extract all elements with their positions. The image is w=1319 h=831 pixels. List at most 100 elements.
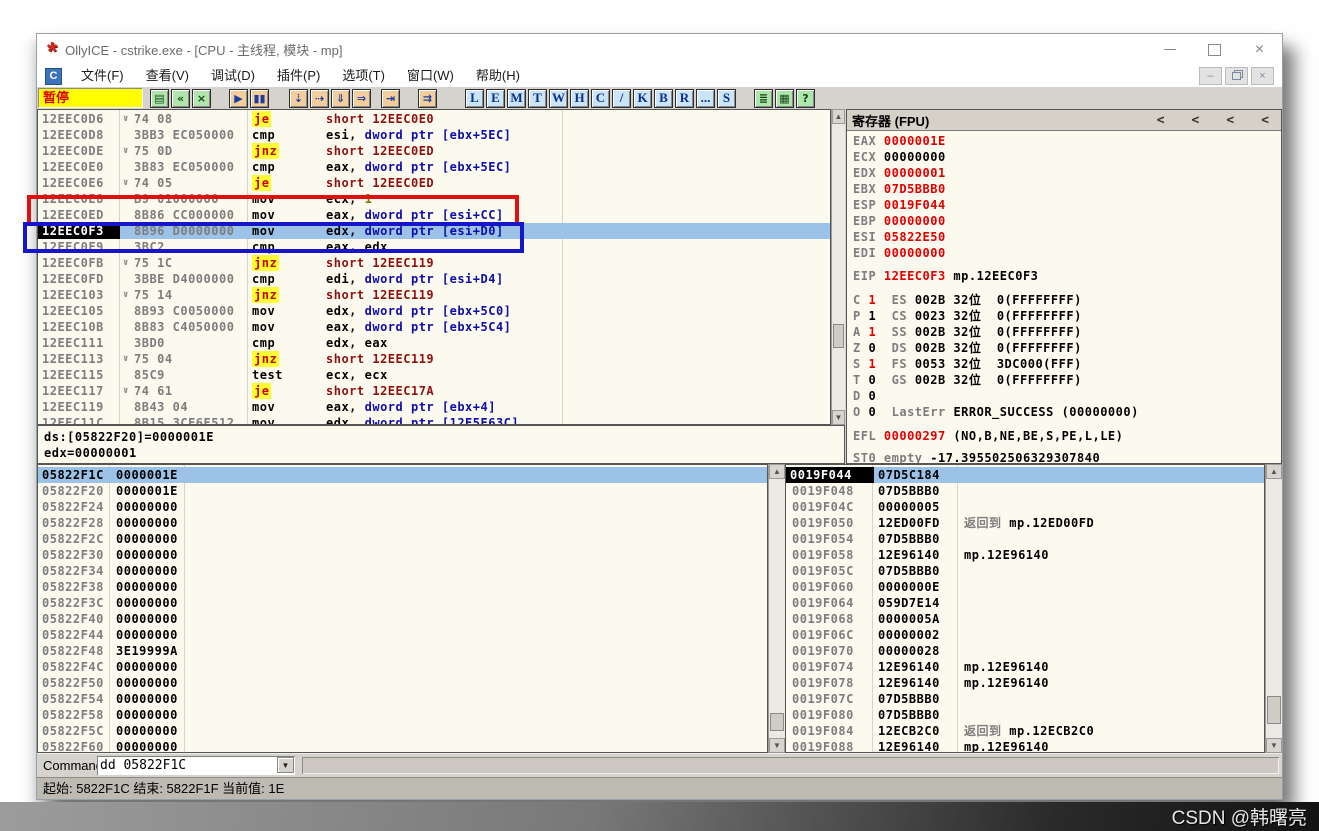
step-into-button[interactable]: ⇣ xyxy=(289,89,308,108)
stack-row[interactable]: 0019F04407D5C184 xyxy=(786,467,1264,483)
stack-row[interactable]: 0019F05C07D5BBB0 xyxy=(786,563,1264,579)
scrollbar-thumb[interactable] xyxy=(770,713,784,731)
disasm-row[interactable]: 12EEC0DE∨75 0Djnzshort 12EEC0ED xyxy=(38,143,830,159)
menu-item-3[interactable]: 插件(P) xyxy=(266,65,331,87)
reg-pane-collapse-button-3[interactable]: < xyxy=(1261,113,1269,128)
disasm-row[interactable]: 12EEC1113BD0cmpedx, eax xyxy=(38,335,830,351)
stack-row[interactable]: 0019F08412ECB2C0返回到 mp.12ECB2C0 xyxy=(786,723,1264,739)
stack-row[interactable]: 0019F0680000005A xyxy=(786,611,1264,627)
dump-row[interactable]: 05822F6000000000 xyxy=(38,739,767,753)
disassembly-scrollbar[interactable]: ▲ ▼ xyxy=(831,109,845,425)
pause-button[interactable]: ▮▮ xyxy=(250,89,269,108)
stack-row[interactable]: 0019F064059D7E14 xyxy=(786,595,1264,611)
dump-row[interactable]: 05822F2800000000 xyxy=(38,515,767,531)
register-esi[interactable]: ESI 05822E50 xyxy=(853,229,946,245)
reg-pane-collapse-button-2[interactable]: < xyxy=(1226,113,1234,128)
threads-button[interactable]: T xyxy=(528,89,547,108)
dump-row[interactable]: 05822F2C00000000 xyxy=(38,531,767,547)
disasm-row[interactable]: 12EEC103∨75 14jnzshort 12EEC119 xyxy=(38,287,830,303)
stack-row[interactable]: 0019F08812E96140mp.12E96140 xyxy=(786,739,1264,753)
maximize-button[interactable] xyxy=(1192,34,1237,65)
help-button[interactable]: ? xyxy=(796,89,815,108)
flag-z[interactable]: Z 0 DS 002B 32位 0(FFFFFFFF) xyxy=(853,340,1082,356)
scrollbar-thumb[interactable] xyxy=(833,324,844,348)
dump-row[interactable]: 05822F4C00000000 xyxy=(38,659,767,675)
memory-map-button[interactable]: M xyxy=(507,89,526,108)
scroll-up-icon[interactable]: ▲ xyxy=(832,109,845,124)
disasm-row[interactable]: 12EEC1198B43 04moveax, dword ptr [ebx+4] xyxy=(38,399,830,415)
execute-till-return-button[interactable]: ⇥ xyxy=(381,89,400,108)
stack-row[interactable]: 0019F04807D5BBB0 xyxy=(786,483,1264,499)
disasm-row[interactable]: 12EEC10B8B83 C4050000moveax, dword ptr [… xyxy=(38,319,830,335)
register-esp[interactable]: ESP 0019F044 xyxy=(853,197,946,213)
scroll-down-icon[interactable]: ▼ xyxy=(832,410,845,425)
execute-till-user-code-button[interactable]: ⇉ xyxy=(418,89,437,108)
stack-row[interactable]: 0019F07C07D5BBB0 xyxy=(786,691,1264,707)
register-edi[interactable]: EDI 00000000 xyxy=(853,245,946,261)
stack-row[interactable]: 0019F0600000000E xyxy=(786,579,1264,595)
patches-button[interactable]: / xyxy=(612,89,631,108)
stack-scrollbar[interactable]: ▲ ▼ xyxy=(1265,464,1282,753)
dump-row[interactable]: 05822F5800000000 xyxy=(38,707,767,723)
dump-scrollbar[interactable]: ▲ ▼ xyxy=(768,464,785,753)
dump-row[interactable]: 05822F4400000000 xyxy=(38,627,767,643)
stack-row[interactable]: 0019F04C00000005 xyxy=(786,499,1264,515)
flag-t[interactable]: T 0 GS 002B 32位 0(FFFFFFFF) xyxy=(853,372,1082,388)
dump-row[interactable]: 05822F5400000000 xyxy=(38,691,767,707)
register-ecx[interactable]: ECX 00000000 xyxy=(853,149,946,165)
disasm-row[interactable]: 12EEC11585C9testecx, ecx xyxy=(38,367,830,383)
disasm-row[interactable]: 12EEC0D83BB3 EC050000cmpesi, dword ptr [… xyxy=(38,127,830,143)
open-button[interactable]: ▤ xyxy=(150,89,169,108)
dump-row[interactable]: 05822F3400000000 xyxy=(38,563,767,579)
close-button[interactable]: × xyxy=(192,89,211,108)
chevron-down-icon[interactable]: ▼ xyxy=(277,757,294,773)
dump-row[interactable]: 05822F5C00000000 xyxy=(38,723,767,739)
menu-item-5[interactable]: 窗口(W) xyxy=(396,65,465,87)
executable-modules-button[interactable]: E xyxy=(486,89,505,108)
stack-row[interactable]: 0019F07412E96140mp.12E96140 xyxy=(786,659,1264,675)
source-button[interactable]: S xyxy=(717,89,736,108)
flag-a[interactable]: A 1 SS 002B 32位 0(FFFFFFFF) xyxy=(853,324,1082,340)
reg-pane-collapse-button-1[interactable]: < xyxy=(1192,113,1200,128)
animate-into-button[interactable]: ⇓ xyxy=(331,89,350,108)
command-input[interactable] xyxy=(100,757,270,773)
menu-item-0[interactable]: 文件(F) xyxy=(70,65,135,87)
windows-button[interactable]: W xyxy=(549,89,568,108)
command-combobox[interactable]: ▼ xyxy=(97,756,295,775)
register-ebx[interactable]: EBX 07D5BBB0 xyxy=(853,181,946,197)
menu-item-6[interactable]: 帮助(H) xyxy=(465,65,531,87)
flag-o[interactable]: O 0 LastErr ERROR_SUCCESS (00000000) xyxy=(853,404,1139,420)
disasm-row[interactable]: 12EEC113∨75 04jnzshort 12EEC119 xyxy=(38,351,830,367)
register-ebp[interactable]: EBP 00000000 xyxy=(853,213,946,229)
disasm-row[interactable]: 12EEC11C8B15 3CE6E512movedx, dword ptr [… xyxy=(38,415,830,425)
handles-button[interactable]: H xyxy=(570,89,589,108)
menu-item-4[interactable]: 选项(T) xyxy=(331,65,396,87)
dump-row[interactable]: 05822F3800000000 xyxy=(38,579,767,595)
minimize-button[interactable] xyxy=(1147,34,1192,65)
restart-button[interactable]: « xyxy=(171,89,190,108)
mdi-close-button[interactable]: × xyxy=(1251,67,1274,85)
close-button[interactable]: × xyxy=(1237,34,1282,65)
register-eax[interactable]: EAX 0000001E xyxy=(853,133,946,149)
disasm-row[interactable]: 12EEC0FD3BBE D4000000cmpedi, dword ptr [… xyxy=(38,271,830,287)
register-edx[interactable]: EDX 00000001 xyxy=(853,165,946,181)
references-button[interactable]: R xyxy=(675,89,694,108)
menu-item-1[interactable]: 查看(V) xyxy=(135,65,200,87)
stack-row[interactable]: 0019F05012ED00FD返回到 mp.12ED00FD xyxy=(786,515,1264,531)
dump-row[interactable]: 05822F5000000000 xyxy=(38,675,767,691)
disasm-row[interactable]: 12EEC117∨74 61jeshort 12EEC17A xyxy=(38,383,830,399)
disasm-row[interactable]: 12EEC0D6∨74 08jeshort 12EEC0E0 xyxy=(38,111,830,127)
run-button[interactable]: ▶ xyxy=(229,89,248,108)
call-stack-button[interactable]: K xyxy=(633,89,652,108)
stack-row[interactable]: 0019F05407D5BBB0 xyxy=(786,531,1264,547)
breakpoints-button[interactable]: B xyxy=(654,89,673,108)
flag-s[interactable]: S 1 FS 0053 32位 3DC000(FFF) xyxy=(853,356,1082,372)
flag-p[interactable]: P 1 CS 0023 32位 0(FFFFFFFF) xyxy=(853,308,1082,324)
dump-row[interactable]: 05822F200000001E xyxy=(38,483,767,499)
mdi-restore-button[interactable] xyxy=(1225,67,1248,85)
disasm-row[interactable]: 12EEC1058B93 C0050000movedx, dword ptr [… xyxy=(38,303,830,319)
dump-row[interactable]: 05822F2400000000 xyxy=(38,499,767,515)
stack-row[interactable]: 0019F08007D5BBB0 xyxy=(786,707,1264,723)
cpu-window-button[interactable]: C xyxy=(591,89,610,108)
disasm-row[interactable]: 12EEC0E6∨74 05jeshort 12EEC0ED xyxy=(38,175,830,191)
